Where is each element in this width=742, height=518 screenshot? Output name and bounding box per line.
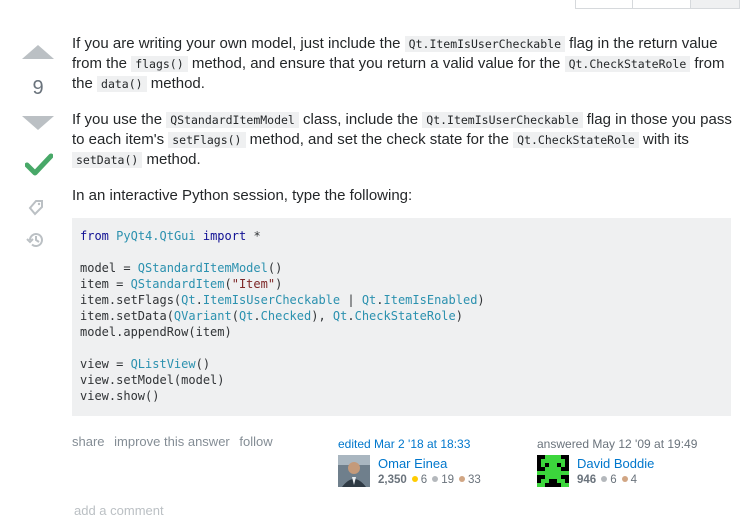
code-token: item.setData( [80, 309, 174, 323]
code-token: Qt [181, 293, 196, 307]
code-token: () [195, 357, 211, 371]
code-token: ) [477, 293, 485, 307]
code-token: . [253, 309, 261, 323]
silver-badge-count: 6 [610, 474, 617, 486]
code-token: CheckStateRole [354, 309, 456, 323]
code-token: | [340, 293, 362, 307]
owner-signature: answered May 12 '09 at 19:49 David Boddi… [537, 437, 737, 487]
paragraph: If you use the QStandardItemModel class,… [72, 110, 732, 170]
bronze-badge-count: 33 [467, 474, 481, 486]
inline-code: Qt.CheckStateRole [513, 132, 639, 148]
silver-badge-icon [601, 476, 608, 483]
code-token: view.show() [80, 389, 160, 403]
top-tabs [575, 0, 740, 9]
code-token: ItemIsEnabled [383, 293, 478, 307]
answer-body: If you are writing your own model, just … [72, 34, 732, 222]
code-token: PyQt4.QtGui [116, 229, 196, 243]
post-menu: share improve this answer follow [72, 434, 279, 449]
avatar[interactable] [338, 455, 370, 487]
silver-badge-icon [432, 476, 439, 483]
arrow-up-icon[interactable] [22, 45, 54, 59]
reputation-score: 946 [577, 474, 597, 486]
code-token: "Item" [231, 277, 276, 291]
code-token: () [267, 261, 283, 275]
paragraph: If you are writing your own model, just … [72, 34, 732, 94]
inline-code: data() [97, 76, 147, 92]
text: method, and set the check state for the [245, 131, 514, 148]
reputation-score: 2,350 [378, 474, 407, 486]
editor-signature: edited Mar 2 '18 at 18:33 Omar Einea 2,3… [338, 437, 528, 487]
code-token: QStandardItemModel [137, 261, 268, 275]
code-token: view.setModel(model) [80, 373, 225, 387]
inline-code: Qt.ItemIsUserCheckable [404, 36, 565, 52]
text: with its [638, 131, 689, 148]
code-token: ( [224, 277, 232, 291]
arrow-down-icon[interactable] [22, 116, 54, 130]
inline-code: QStandardItemModel [166, 112, 299, 128]
code-token: ) [275, 277, 283, 291]
code-token: * [246, 229, 261, 243]
follow-link[interactable]: follow [239, 434, 272, 449]
tab-fragment[interactable] [633, 0, 691, 9]
bronze-badge-count: 4 [630, 474, 637, 486]
code-token: Checked [260, 309, 312, 323]
code-token: Qt [238, 309, 254, 323]
history-icon[interactable] [26, 230, 46, 250]
code-token: . [376, 293, 384, 307]
answered-timestamp: answered May 12 '09 at 19:49 [537, 437, 698, 451]
inline-code: Qt.CheckStateRole [564, 56, 691, 72]
add-comment-link[interactable]: add a comment [74, 503, 164, 518]
code-token: . [195, 293, 203, 307]
inline-code: setFlags() [168, 132, 246, 148]
code-token: view = [80, 357, 131, 371]
inline-code: Qt.ItemIsUserCheckable [422, 112, 583, 128]
tab-fragment-active[interactable] [691, 0, 740, 9]
code-token: item = [80, 277, 131, 291]
bronze-badge-icon [621, 476, 628, 483]
check-icon [25, 153, 53, 176]
code-token: QStandardItem [130, 277, 225, 291]
text: method, and ensure that you return a val… [187, 55, 565, 72]
gold-badge-icon [411, 476, 418, 483]
text: If you are writing your own model, just … [72, 35, 405, 52]
text: If you use the [72, 111, 167, 128]
vote-count: 9 [32, 77, 44, 99]
code-token: . [347, 309, 355, 323]
code-token: QVariant [173, 309, 232, 323]
user-name[interactable]: David Boddie [577, 455, 654, 472]
code-token: Qt [332, 309, 348, 323]
code-token: model = [80, 261, 138, 275]
code-token: Qt [361, 293, 377, 307]
code-token: import [202, 229, 247, 243]
code-token: item.setFlags( [80, 293, 182, 307]
user-name[interactable]: Omar Einea [378, 455, 481, 472]
code-token: model.appendRow(item) [80, 325, 232, 339]
code-token: from [80, 229, 109, 243]
text: method. [142, 151, 201, 168]
code-token: ( [231, 309, 239, 323]
inline-code: setData() [72, 152, 143, 168]
share-link[interactable]: share [72, 434, 105, 449]
gold-badge-count: 6 [420, 474, 428, 486]
improve-answer-link[interactable]: improve this answer [114, 434, 230, 449]
inline-code: flags() [131, 56, 188, 72]
bronze-badge-icon [458, 476, 465, 483]
tab-fragment[interactable] [575, 0, 633, 9]
text: class, include the [298, 111, 423, 128]
code-token: QListView [130, 357, 196, 371]
bounty-icon[interactable] [28, 198, 46, 216]
paragraph: In an interactive Python session, type t… [72, 187, 413, 204]
avatar[interactable] [537, 455, 569, 487]
code-token: ) [455, 309, 463, 323]
edited-timestamp[interactable]: edited Mar 2 '18 at 18:33 [338, 437, 528, 451]
code-token: ), [311, 309, 333, 323]
code-token: ItemIsUserCheckable [202, 293, 341, 307]
text: method. [146, 75, 205, 92]
code-block: from PyQt4.QtGui import * model = QStand… [72, 218, 731, 416]
silver-badge-count: 19 [441, 474, 454, 486]
